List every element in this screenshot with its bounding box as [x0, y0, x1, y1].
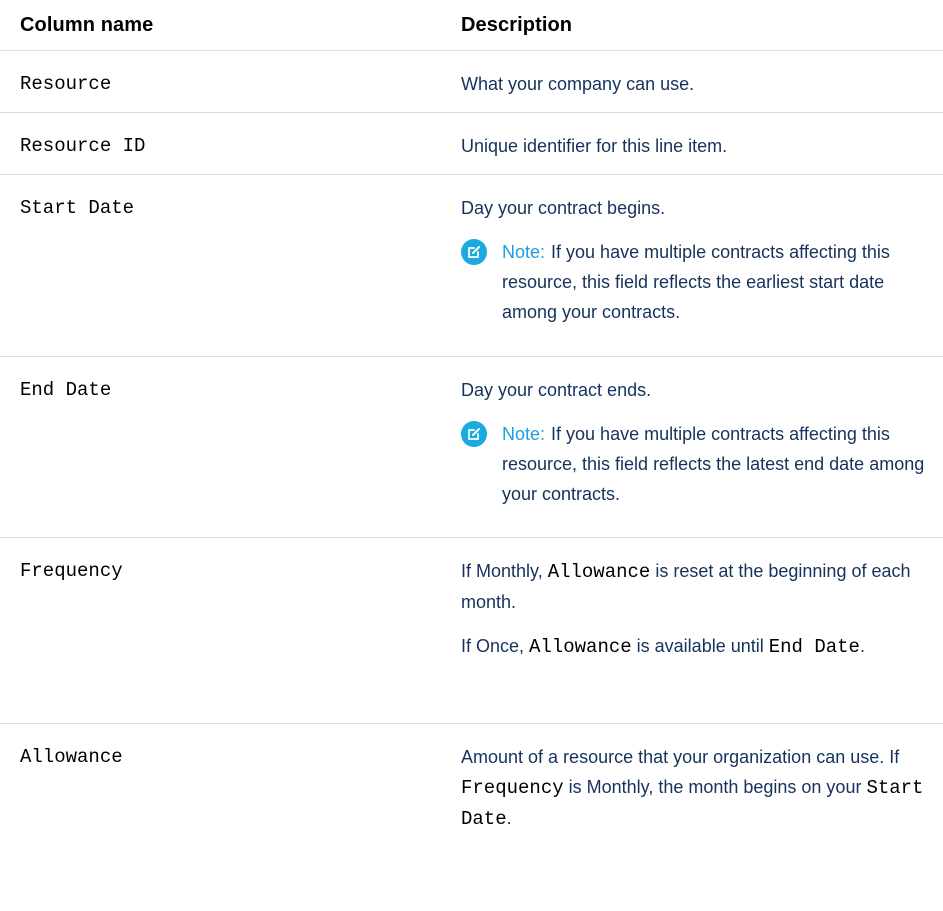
header-column-name: Column name: [20, 13, 154, 36]
table-row: Allowance Amount of a resource that your…: [0, 724, 943, 854]
note-label: Note:: [502, 242, 546, 262]
table-row: Resource What your company can use.: [0, 51, 943, 113]
table-row: Resource ID Unique identifier for this l…: [0, 113, 943, 175]
description-paragraph: If Once, Allowance is available until En…: [461, 631, 935, 662]
row-description: Day your contract begins. Note: If you ha…: [461, 193, 943, 356]
row-description: Day your contract ends. Note: If you have…: [461, 375, 943, 537]
row-name: Resource: [20, 73, 112, 95]
row-name: End Date: [20, 379, 112, 401]
note-body: Note: If you have multiple contracts affe…: [502, 419, 935, 509]
table-row: Frequency If Monthly, Allowance is reset…: [0, 538, 943, 724]
row-name: Start Date: [20, 197, 135, 219]
edit-note-icon: [461, 239, 487, 265]
description-paragraph: Amount of a resource that your organizat…: [461, 742, 935, 834]
table-header-row: Column name Description: [0, 0, 943, 51]
description-text: Day your contract ends.: [461, 380, 652, 400]
text-run: .: [506, 808, 512, 828]
inline-code: Allowance: [547, 561, 651, 583]
inline-code: Frequency: [461, 777, 564, 799]
text-run: If Once,: [461, 636, 530, 656]
row-description: Unique identifier for this line item.: [461, 136, 728, 156]
description-text: Day your contract begins.: [461, 198, 666, 218]
table-row: Start Date Day your contract begins. Not…: [0, 175, 943, 357]
note-body: Note: If you have multiple contracts affe…: [502, 237, 935, 327]
header-description: Description: [461, 13, 573, 36]
text-run: .: [859, 636, 865, 656]
note-callout: Note: If you have multiple contracts affe…: [461, 419, 935, 509]
text-run: is Monthly, the month begins on your: [563, 777, 867, 797]
description-paragraph: If Monthly, Allowance is reset at the be…: [461, 556, 935, 617]
note-text: If you have multiple contracts affecting…: [502, 424, 925, 504]
note-callout: Note: If you have multiple contracts affe…: [461, 237, 935, 327]
text-run: If Monthly,: [461, 561, 548, 581]
row-name: Resource ID: [20, 135, 146, 157]
row-description: What your company can use.: [461, 74, 695, 94]
table-row: End Date Day your contract ends. Note: If…: [0, 357, 943, 538]
edit-note-icon: [461, 421, 487, 447]
inline-code: Allowance: [529, 636, 632, 658]
text-run: Amount of a resource that your organizat…: [461, 747, 900, 767]
columns-table: Column name Description Resource What yo…: [0, 0, 943, 854]
note-label: Note:: [502, 424, 546, 444]
row-name: Allowance: [20, 746, 123, 768]
note-text: If you have multiple contracts affecting…: [502, 242, 890, 322]
text-run: is available until: [631, 636, 769, 656]
row-description: Amount of a resource that your organizat…: [461, 742, 943, 854]
row-description: If Monthly, Allowance is reset at the be…: [461, 556, 943, 723]
row-name: Frequency: [20, 560, 123, 582]
inline-code: End Date: [768, 636, 860, 658]
